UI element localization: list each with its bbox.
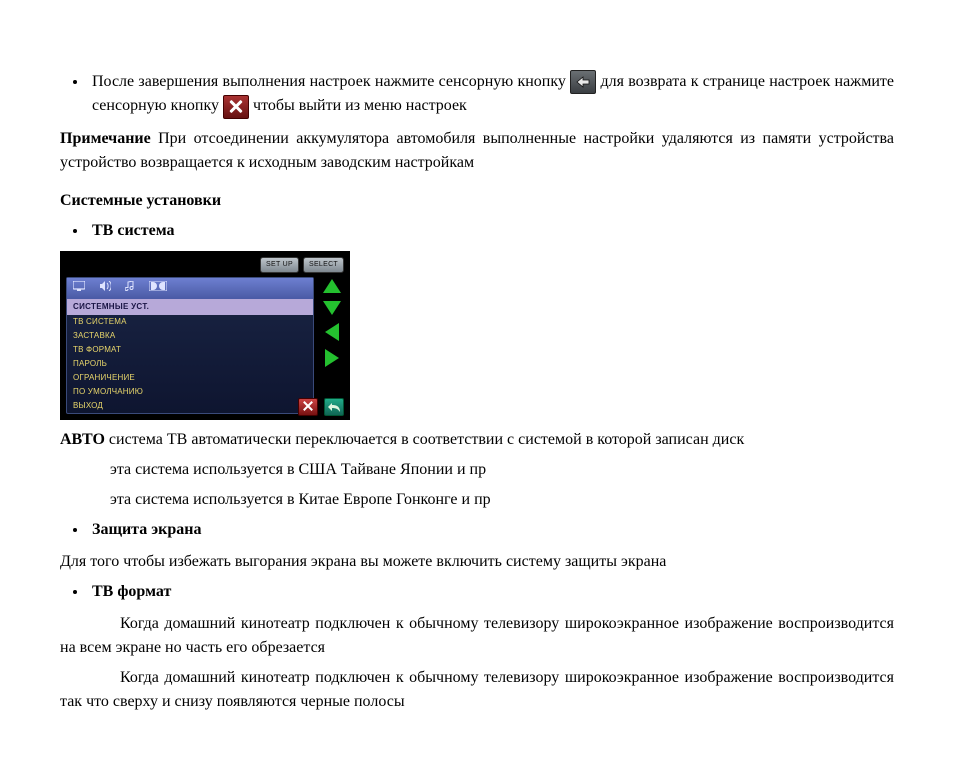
back-icon <box>570 70 596 94</box>
dolby-icon[interactable] <box>149 281 167 296</box>
bullet-list-top: После завершения выполнения настроек наж… <box>60 70 894 119</box>
device-screen: СИСТЕМНЫЕ УСТ. ТВ СИСТЕМА ЗАСТАВКА ТВ ФО… <box>66 277 314 414</box>
menu-item[interactable]: ПАРОЛЬ <box>67 357 313 371</box>
tvformat-line2: Когда домашний кинотеатр подключен к обы… <box>60 666 894 714</box>
auto-text: система ТВ автоматически переключается в… <box>105 431 744 448</box>
bullet-tv-format: ТВ формат <box>88 580 894 604</box>
menu-item[interactable]: ЗАСТАВКА <box>67 329 313 343</box>
bullet-list-screen: Защита экрана <box>60 518 894 542</box>
bullet-tv-system: ТВ система <box>88 219 894 243</box>
note-label: Примечание <box>60 130 151 147</box>
text: Когда домашний кинотеатр подключен к обы… <box>60 615 894 656</box>
bullet-item-back: После завершения выполнения настроек наж… <box>88 70 894 119</box>
pal-line: эта система используется в Китае Европе … <box>60 488 894 512</box>
note-paragraph: Примечание При отсоединении аккумулятора… <box>60 127 894 175</box>
close-icon <box>223 95 249 119</box>
bullet-list-tvformat: ТВ формат <box>60 580 894 604</box>
dpad-controls <box>320 277 344 414</box>
speaker-icon[interactable] <box>99 281 111 296</box>
text: После завершения выполнения настроек наж… <box>92 73 570 90</box>
text: Когда домашний кинотеатр подключен к обы… <box>60 669 894 710</box>
menu-item[interactable]: ОГРАНИЧЕНИЕ <box>67 371 313 385</box>
auto-line: АВТО система ТВ автоматически переключае… <box>60 428 894 452</box>
screen-title: СИСТЕМНЫЕ УСТ. <box>67 299 313 315</box>
device-screenshot: SET UP SELECT СИСТЕМНЫЕ УСТ. ТВ СИСТЕМА <box>60 251 350 421</box>
select-button[interactable]: SELECT <box>303 257 344 274</box>
auto-label: АВТО <box>60 431 105 448</box>
music-icon[interactable] <box>125 281 135 296</box>
setup-button[interactable]: SET UP <box>260 257 299 274</box>
bullet-list-tv: ТВ система <box>60 219 894 243</box>
menu-item[interactable]: ТВ ФОРМАТ <box>67 343 313 357</box>
tvformat-line1: Когда домашний кинотеатр подключен к обы… <box>60 612 894 660</box>
mini-undo-icon[interactable] <box>324 398 344 416</box>
monitor-icon[interactable] <box>73 281 85 296</box>
arrow-up-icon[interactable] <box>323 279 341 293</box>
screen-tab-row <box>67 278 313 299</box>
menu-item[interactable]: ВЫХОД <box>67 399 313 413</box>
text: чтобы выйти из меню настроек <box>253 97 467 114</box>
note-text: При отсоединении аккумулятора автомобиля… <box>60 130 894 171</box>
screen-protect-text: Для того чтобы избежать выгорания экрана… <box>60 550 894 574</box>
ntsc-line: эта система используется в США Тайване Я… <box>60 458 894 482</box>
bullet-screen-protect: Защита экрана <box>88 518 894 542</box>
arrow-down-icon[interactable] <box>323 301 341 315</box>
menu-item[interactable]: ПО УМОЛЧАНИЮ <box>67 385 313 399</box>
arrow-left-icon[interactable] <box>325 323 339 341</box>
mini-close-icon[interactable] <box>298 398 318 416</box>
text: для возврата к странице настроек <box>600 73 834 90</box>
heading-system: Системные установки <box>60 189 894 213</box>
arrow-right-icon[interactable] <box>325 349 339 367</box>
menu-item[interactable]: ТВ СИСТЕМА <box>67 315 313 329</box>
